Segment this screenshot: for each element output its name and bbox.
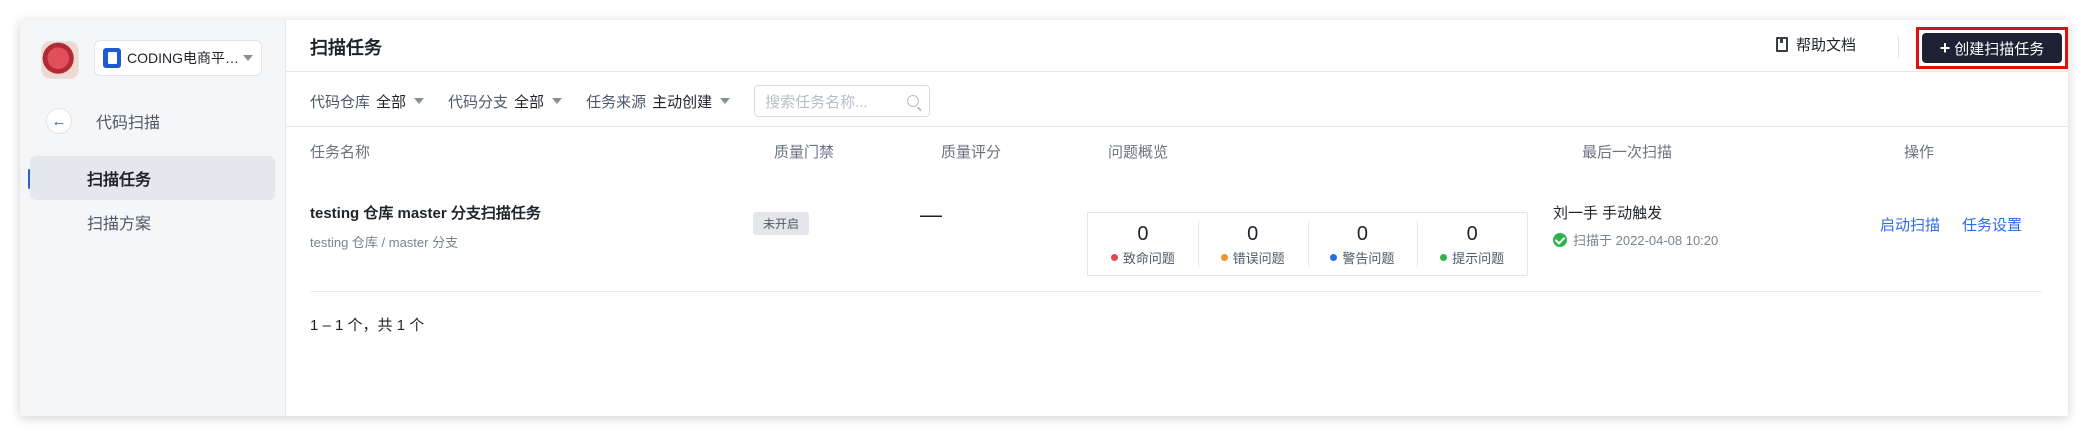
header-divider [1898, 36, 1899, 58]
start-scan-link[interactable]: 启动扫描 [1880, 214, 1940, 235]
issue-overview: 0 致命问题 0 错误问题 0 警告问题 0 提示问题 [1087, 212, 1528, 276]
issue-error[interactable]: 0 错误问题 [1197, 213, 1308, 275]
issue-label: 警告问题 [1342, 250, 1395, 266]
chevron-down-icon [552, 98, 563, 104]
filter-branch-value: 全部 [514, 93, 545, 111]
column-header: 操作 [1904, 144, 1935, 161]
table-row[interactable]: testing 仓库 master 分支扫描任务 testing 仓库 / ma… [310, 190, 2042, 292]
issue-label: 致命问题 [1122, 250, 1175, 266]
check-circle-icon [1553, 232, 1567, 247]
user-avatar[interactable] [42, 42, 78, 78]
chevron-down-icon [720, 98, 731, 104]
issue-hint[interactable]: 0 提示问题 [1417, 213, 1527, 275]
main-content: 扫描任务 帮助文档 + 创建扫描任务 代码仓库 全部 代码分支 全部 任务来源 … [286, 20, 2068, 416]
filter-source[interactable]: 任务来源 主动创建 [586, 91, 731, 112]
search-input[interactable]: 搜索任务名称... [754, 85, 931, 117]
back-label: 代码扫描 [96, 115, 161, 132]
column-header: 问题概览 [1108, 144, 1169, 161]
column-header: 任务名称 [310, 144, 371, 161]
filter-branch[interactable]: 代码分支 全部 [448, 91, 563, 112]
quality-gate-badge: 未开启 [753, 212, 810, 235]
task-name[interactable]: testing 仓库 master 分支扫描任务 [310, 202, 541, 223]
last-scan-trigger: 刘一手 手动触发 [1553, 205, 1663, 222]
issue-count: 0 [1137, 222, 1149, 245]
search-icon [907, 95, 920, 107]
pagination-summary: 1 – 1 个，共 1 个 [310, 317, 425, 334]
issue-fatal[interactable]: 0 致命问题 [1088, 213, 1198, 275]
sidebar-item-scan-plans[interactable]: 扫描方案 [30, 200, 275, 244]
dot-icon [1220, 253, 1228, 261]
sidebar: CODING电商平… ← 代码扫描 扫描任务 扫描方案 [20, 20, 286, 416]
task-settings-link[interactable]: 任务设置 [1962, 214, 2022, 235]
sidebar-item-label: 扫描任务 [87, 172, 152, 189]
project-logo-icon [103, 48, 121, 68]
task-repo-branch: testing 仓库 / master 分支 [310, 235, 459, 250]
chevron-down-icon [243, 55, 253, 61]
filter-repo-value: 全部 [376, 93, 407, 111]
issue-label: 错误问题 [1232, 250, 1285, 266]
filter-repo[interactable]: 代码仓库 全部 [310, 91, 425, 112]
issue-warning[interactable]: 0 警告问题 [1307, 213, 1418, 275]
project-name: CODING电商平… [127, 50, 239, 66]
issue-label: 提示问题 [1452, 250, 1505, 266]
create-button-label: 创建扫描任务 [1954, 40, 2045, 58]
sidebar-item-label: 扫描方案 [87, 216, 152, 233]
back-nav[interactable]: ← 代码扫描 [46, 108, 160, 134]
project-selector[interactable]: CODING电商平… [94, 40, 262, 76]
dot-icon [1110, 253, 1118, 261]
create-button-highlight: + 创建扫描任务 [1916, 27, 2068, 69]
issue-count: 0 [1356, 222, 1368, 245]
issue-count: 0 [1466, 222, 1478, 245]
column-header: 质量评分 [941, 144, 1002, 161]
search-placeholder: 搜索任务名称... [765, 93, 868, 111]
plus-icon: + [1939, 37, 1951, 58]
bookmark-icon [1776, 37, 1788, 52]
filter-source-value: 主动创建 [652, 93, 713, 111]
issue-count: 0 [1247, 222, 1259, 245]
filter-source-label: 任务来源 [586, 93, 647, 111]
page-title: 扫描任务 [310, 38, 382, 58]
sidebar-item-scan-tasks[interactable]: 扫描任务 [30, 156, 275, 200]
column-header: 质量门禁 [774, 144, 835, 161]
dot-icon [1330, 253, 1338, 261]
help-docs-link[interactable]: 帮助文档 [1776, 34, 1856, 55]
last-scan-time: 扫描于 2022-04-08 10:20 [1553, 230, 1718, 249]
app-frame: CODING电商平… ← 代码扫描 扫描任务 扫描方案 扫描任务 帮助文档 + [20, 20, 2068, 416]
scan-time-text: 扫描于 2022-04-08 10:20 [1573, 233, 1719, 248]
create-scan-task-button[interactable]: + 创建扫描任务 [1922, 33, 2062, 63]
filter-bar: 代码仓库 全部 代码分支 全部 任务来源 主动创建 搜索任务名称... [310, 84, 2068, 118]
chevron-down-icon [414, 98, 425, 104]
table-header: 任务名称 质量门禁 质量评分 问题概览 最后一次扫描 操作 [286, 126, 2068, 172]
page-header: 扫描任务 帮助文档 + 创建扫描任务 [286, 20, 2068, 72]
column-header: 最后一次扫描 [1582, 144, 1673, 161]
filter-repo-label: 代码仓库 [310, 93, 371, 111]
quality-score: — [920, 202, 942, 227]
help-docs-label: 帮助文档 [1796, 37, 1857, 54]
dot-icon [1440, 253, 1448, 261]
arrow-left-icon[interactable]: ← [46, 108, 72, 134]
filter-branch-label: 代码分支 [448, 93, 509, 111]
